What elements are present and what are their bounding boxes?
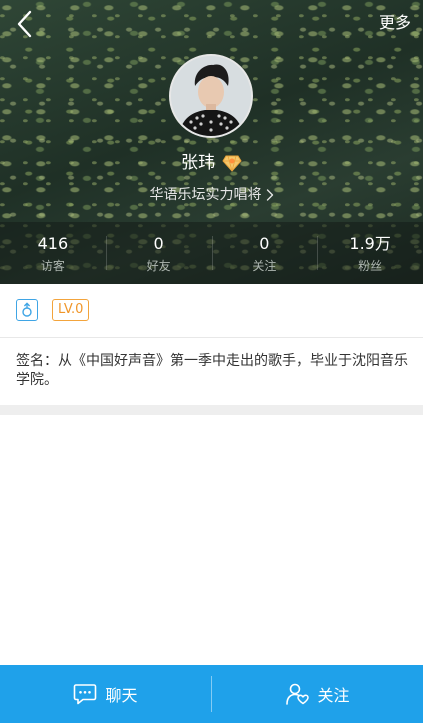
- stat-value: 0: [259, 234, 270, 253]
- chat-label: 聊天: [105, 686, 138, 705]
- avatar: [169, 54, 253, 138]
- stat-following[interactable]: 0 关注: [211, 226, 318, 282]
- stat-value: 1.9万: [349, 234, 391, 253]
- stat-label: 好友: [146, 259, 171, 273]
- more-button[interactable]: 更多: [379, 12, 411, 34]
- stat-label: 关注: [252, 259, 277, 273]
- chevron-left-icon: [17, 10, 32, 38]
- follow-button[interactable]: 关注: [212, 665, 423, 723]
- level-badge: LV.0: [52, 299, 90, 321]
- user-name: 张玮: [180, 153, 215, 173]
- chat-bubble-icon: [74, 684, 97, 705]
- chat-button[interactable]: 聊天: [0, 665, 211, 723]
- back-button[interactable]: [12, 8, 42, 42]
- stat-fans[interactable]: 1.9万 粉丝: [317, 226, 423, 282]
- follow-label: 关注: [317, 686, 350, 705]
- avatar-image: [171, 56, 251, 136]
- stats-bar: 416 访客 0 好友 0 关注 1.9万 粉丝: [0, 226, 423, 282]
- stat-value: 416: [37, 234, 69, 253]
- diamond-vip-icon: [222, 155, 242, 172]
- section-divider: [0, 405, 423, 415]
- bottom-action-bar: 聊天 关注: [0, 665, 423, 723]
- stat-label: 粉丝: [358, 259, 383, 273]
- signature-text: 签名：从《中国好声音》第一季中走出的歌手，毕业于沈阳音乐学院。: [16, 353, 408, 388]
- user-title-link[interactable]: 华语乐坛实力唱将: [0, 185, 423, 205]
- male-gender-icon: [22, 302, 32, 317]
- profile-header: 更多 张玮 华语乐坛实力唱将 416 访客 0 好友 0 关注 1.9万 粉丝: [0, 0, 423, 284]
- user-title: 华语乐坛实力唱将: [149, 187, 262, 203]
- name-row: 张玮: [0, 151, 423, 175]
- badge-row: LV.0: [0, 284, 423, 338]
- chevron-right-icon: [266, 189, 273, 201]
- stat-value: 0: [153, 234, 164, 253]
- add-friend-icon: [286, 683, 310, 705]
- stat-visitors[interactable]: 416 访客: [0, 226, 106, 282]
- stat-friends[interactable]: 0 好友: [105, 226, 212, 282]
- stat-label: 访客: [40, 259, 65, 273]
- gender-badge: [16, 299, 38, 321]
